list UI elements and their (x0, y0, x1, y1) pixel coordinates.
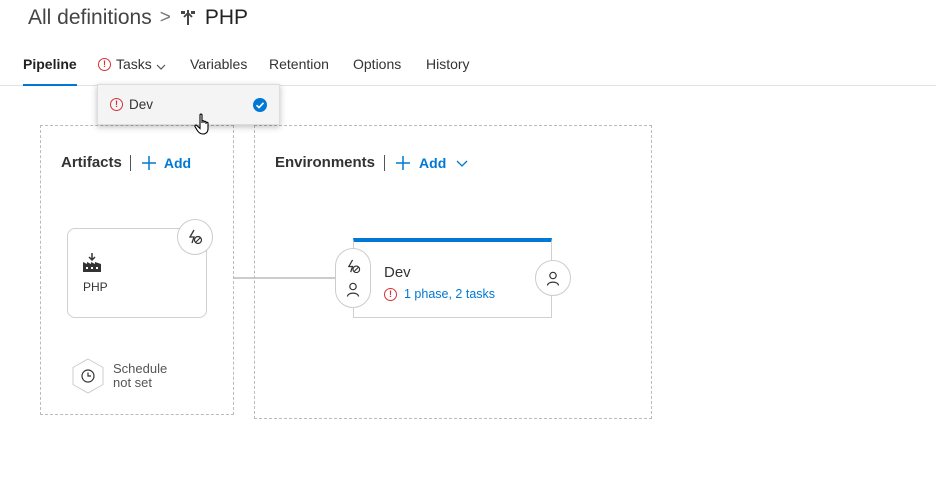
divider (129, 154, 131, 171)
warning-icon: ! (98, 58, 111, 71)
dropdown-item-dev[interactable]: ! Dev (98, 85, 279, 124)
clock-icon (81, 369, 95, 388)
environments-title: Environments (275, 154, 376, 171)
warning-icon: ! (384, 287, 397, 301)
environment-status-link[interactable]: 1 phase, 2 tasks (404, 287, 495, 301)
schedule-line2: not set (113, 375, 153, 390)
trigger-icon (187, 229, 203, 245)
tab-variables[interactable]: Variables (190, 56, 247, 84)
warning-icon: ! (110, 98, 123, 111)
tab-bar: Pipeline ! Tasks Variables Retention Opt… (0, 54, 936, 86)
tab-history[interactable]: History (426, 56, 470, 84)
artifact-name: PHP (83, 280, 108, 294)
tab-retention[interactable]: Retention (269, 56, 329, 84)
add-environment-label: Add (419, 154, 447, 171)
tab-tasks[interactable]: ! Tasks (98, 56, 166, 84)
artifacts-header: Artifacts Add (61, 154, 191, 171)
plus-icon (395, 155, 411, 171)
build-pipeline-icon (179, 9, 197, 27)
breadcrumb: All definitions > PHP (28, 6, 248, 30)
tasks-dropdown: ! Dev (97, 84, 280, 125)
plus-icon (141, 155, 157, 171)
person-icon (346, 282, 360, 302)
tab-tasks-label: Tasks (116, 56, 152, 72)
environment-card[interactable]: Dev ! 1 phase, 2 tasks (353, 238, 552, 318)
dropdown-item-label: Dev (129, 97, 154, 112)
artifacts-title: Artifacts (61, 154, 122, 171)
post-deployment-approvals-button[interactable] (535, 260, 571, 296)
chevron-down-icon (156, 59, 166, 75)
tab-options[interactable]: Options (353, 56, 401, 84)
checkmark-icon (253, 98, 267, 117)
add-environment-button[interactable]: Add (395, 155, 468, 171)
breadcrumb-separator: > (159, 7, 171, 28)
artifact-factory-icon (82, 253, 102, 278)
environment-name: Dev (384, 264, 411, 281)
hand-cursor-icon (194, 113, 214, 142)
environment-status: ! 1 phase, 2 tasks (384, 287, 495, 301)
schedule-text: Schedule not set (113, 362, 167, 390)
person-icon (546, 271, 560, 286)
breadcrumb-all-definitions[interactable]: All definitions (28, 6, 152, 30)
page-title: PHP (204, 6, 249, 29)
trigger-icon (346, 259, 361, 279)
pre-deployment-conditions[interactable] (335, 248, 371, 308)
add-artifact-label: Add (163, 154, 192, 171)
schedule-button[interactable] (71, 358, 105, 394)
add-artifact-button[interactable]: Add (141, 155, 191, 171)
divider (384, 154, 386, 171)
schedule-line1: Schedule (113, 361, 168, 376)
tab-pipeline[interactable]: Pipeline (23, 56, 77, 86)
chevron-down-icon (456, 157, 468, 169)
environments-header: Environments Add (275, 154, 468, 171)
artifact-trigger-button[interactable] (177, 219, 213, 255)
